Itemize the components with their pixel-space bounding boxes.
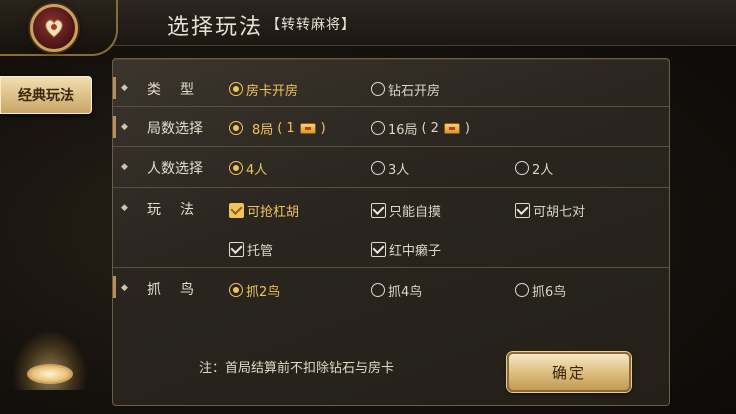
club-logo-button[interactable]: [30, 4, 78, 52]
row-accent: [113, 276, 116, 298]
radio-4-players[interactable]: 4人: [229, 158, 267, 178]
radio-icon: [515, 283, 529, 297]
bullet-icon: ◆: [121, 283, 128, 293]
radio-room-card[interactable]: 房卡开房: [229, 79, 298, 99]
confirm-button[interactable]: 确定: [507, 352, 631, 392]
bullet-icon: ◆: [121, 83, 128, 93]
option-label: 托管: [247, 243, 274, 259]
cost-close-paren: ): [320, 120, 326, 136]
bullet-icon: ◆: [121, 203, 128, 213]
option-label: 抓2鸟: [246, 284, 281, 300]
option-cost: 1: [286, 120, 295, 136]
row-label-type: 类型: [147, 82, 213, 98]
radio-icon: [515, 161, 529, 175]
checkbox-auto-play[interactable]: 托管: [229, 239, 273, 259]
radio-6-birds[interactable]: 抓6鸟: [515, 280, 566, 300]
cost-open-paren: (: [421, 120, 427, 136]
option-label: 4人: [246, 162, 268, 178]
options-panel: ◆ 类型 房卡开房 钻石开房 ◆ 局数选择 8局 (1 ) 16局 (2 ) ◆…: [112, 58, 670, 406]
checkbox-seven-pairs[interactable]: 可胡七对: [515, 200, 585, 220]
checkbox-self-draw-only[interactable]: 只能自摸: [371, 200, 441, 220]
cost-close-paren: ): [464, 120, 470, 136]
tab-classic-mode[interactable]: 经典玩法: [0, 76, 92, 114]
checkbox-icon: [371, 202, 386, 218]
divider: [113, 106, 669, 107]
option-label: 3人: [388, 162, 410, 178]
radio-icon: [371, 121, 385, 135]
checkbox-rob-kong[interactable]: 可抢杠胡: [229, 200, 299, 220]
cost-open-paren: (: [277, 120, 283, 136]
radio-icon: [229, 121, 243, 135]
radio-2-birds[interactable]: 抓2鸟: [229, 280, 280, 300]
radio-icon: [229, 283, 243, 297]
radio-icon: [371, 82, 385, 96]
option-label: 红中癞子: [389, 243, 442, 259]
divider: [113, 146, 669, 147]
radio-16-rounds[interactable]: 16局 (2 ): [371, 118, 470, 138]
option-label: 只能自摸: [389, 204, 442, 220]
radio-icon: [229, 161, 243, 175]
divider: [113, 267, 669, 268]
game-mode-subtitle: 【转转麻将】: [266, 17, 356, 33]
radio-icon: [371, 283, 385, 297]
checkbox-icon: [229, 241, 244, 257]
option-label: 钻石开房: [388, 83, 441, 99]
row-label-rounds: 局数选择: [147, 121, 203, 137]
radio-4-birds[interactable]: 抓4鸟: [371, 280, 422, 300]
row-label-birds: 抓鸟: [147, 282, 213, 298]
option-label: 8局: [252, 122, 274, 138]
option-label: 房卡开房: [246, 83, 299, 99]
option-label: 抓6鸟: [532, 284, 567, 300]
option-cost: 2: [430, 120, 439, 136]
bullet-icon: ◆: [121, 122, 128, 132]
radio-8-rounds[interactable]: 8局 (1 ): [229, 118, 326, 138]
checkbox-icon: [371, 241, 386, 257]
checkbox-icon: [229, 202, 244, 218]
radio-icon: [229, 82, 243, 96]
divider: [113, 187, 669, 188]
row-label-players: 人数选择: [147, 161, 203, 177]
row-accent: [113, 77, 116, 99]
row-label-rules: 玩法: [147, 202, 213, 218]
radio-3-players[interactable]: 3人: [371, 158, 409, 178]
checkbox-icon: [515, 202, 530, 218]
billing-note: 注：首局结算前不扣除钻石与房卡: [199, 361, 395, 376]
option-label: 可抢杠胡: [247, 204, 300, 220]
option-label: 2人: [532, 162, 554, 178]
checkbox-red-dragon-wild[interactable]: 红中癞子: [371, 239, 441, 259]
room-card-icon: [443, 122, 460, 134]
row-accent: [113, 116, 116, 138]
heart-chip-icon: [45, 19, 63, 38]
option-label: 抓4鸟: [388, 284, 423, 300]
radio-diamond[interactable]: 钻石开房: [371, 79, 440, 99]
bullet-icon: ◆: [121, 162, 128, 172]
page-title: 选择玩法: [167, 15, 264, 40]
radio-icon: [371, 161, 385, 175]
option-label: 16局: [388, 122, 418, 138]
option-label: 可胡七对: [533, 204, 586, 220]
lamp-icon: [27, 364, 73, 384]
radio-2-players[interactable]: 2人: [515, 158, 553, 178]
room-card-icon: [299, 122, 316, 134]
